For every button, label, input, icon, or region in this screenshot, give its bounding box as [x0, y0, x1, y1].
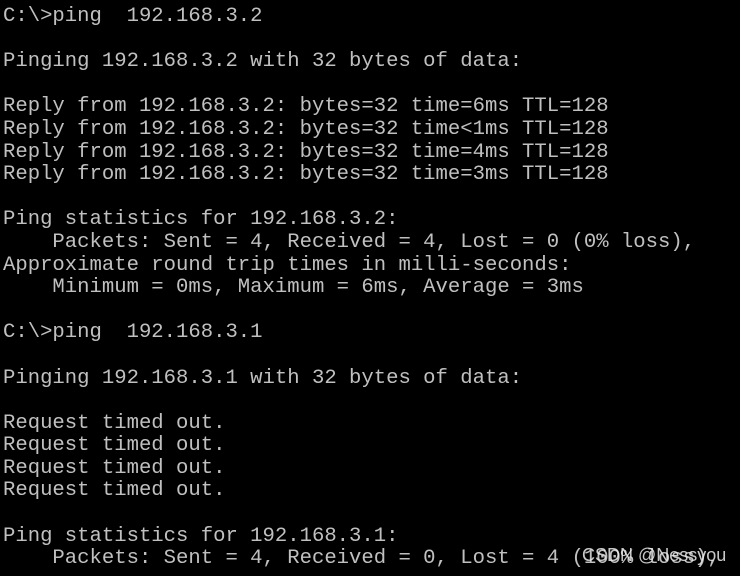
terminal-line: Request timed out. [3, 479, 226, 503]
terminal-line: Ping statistics for 192.168.3.2: [3, 208, 399, 232]
terminal-line: Minimum = 0ms, Maximum = 6ms, Average = … [3, 276, 584, 300]
terminal-line: C:\>ping 192.168.3.2 [3, 5, 263, 28]
terminal-line: Reply from 192.168.3.2: bytes=32 time=3m… [3, 163, 609, 187]
watermark: CSDN @Nessyou [582, 545, 727, 565]
terminal-line: Reply from 192.168.3.2: bytes=32 time=6m… [3, 95, 609, 119]
terminal-line: Packets: Sent = 4, Received = 4, Lost = … [3, 230, 696, 254]
terminal-line: Pinging 192.168.3.1 with 32 bytes of dat… [3, 366, 523, 390]
terminal-line: Request timed out. [3, 456, 226, 480]
terminal-output[interactable]: C:\>ping 192.168.3.2 Pinging 192.168.3.2 … [3, 5, 720, 571]
terminal-line: Request timed out. [3, 434, 226, 458]
terminal-line: Pinging 192.168.3.2 with 32 bytes of dat… [3, 50, 523, 74]
terminal-line: Approximate round trip times in milli-se… [3, 253, 572, 277]
terminal-line: Reply from 192.168.3.2: bytes=32 time<1m… [3, 117, 609, 141]
terminal-line: Request timed out. [3, 411, 226, 435]
terminal-line: Reply from 192.168.3.2: bytes=32 time=4m… [3, 140, 609, 164]
terminal-line: C:\>ping 192.168.3.1 [3, 321, 263, 345]
